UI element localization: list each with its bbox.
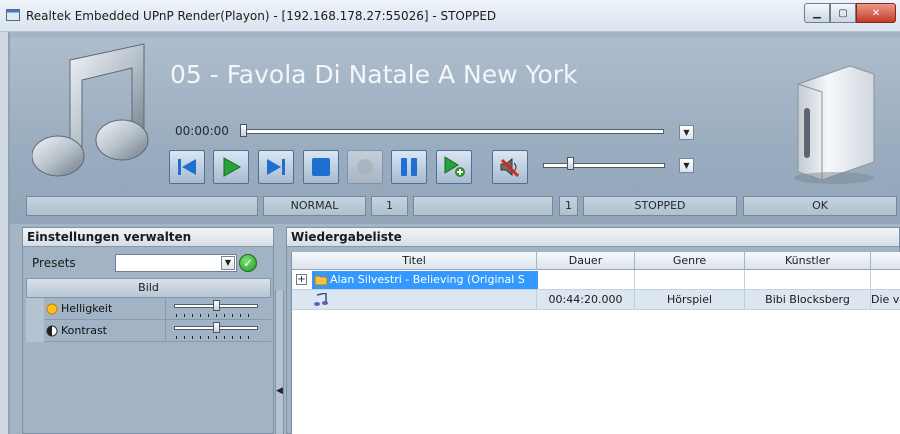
column-header-duration[interactable]: Dauer bbox=[537, 252, 635, 270]
seek-dropdown-button[interactable]: ▼ bbox=[679, 125, 694, 140]
playlist-panel-title: Wiedergabeliste bbox=[287, 228, 899, 247]
status-field bbox=[26, 196, 258, 216]
record-button[interactable] bbox=[347, 150, 383, 184]
row-genre: Hörspiel bbox=[635, 290, 745, 309]
expand-toggle[interactable]: + bbox=[296, 274, 307, 285]
row-extra bbox=[871, 270, 900, 289]
maximize-button[interactable]: ▢ bbox=[830, 3, 856, 23]
settings-panel-title: Einstellungen verwalten bbox=[23, 228, 273, 247]
stop-icon bbox=[312, 158, 330, 176]
status-count: 1 bbox=[371, 196, 408, 216]
volume-slider[interactable] bbox=[543, 163, 665, 168]
contrast-icon bbox=[46, 325, 58, 337]
close-button[interactable]: ✕ bbox=[856, 3, 896, 23]
pause-button[interactable] bbox=[391, 150, 427, 184]
presets-value bbox=[116, 260, 119, 273]
row-title-cell[interactable]: Alan Silvestri - Believing (Original S bbox=[312, 271, 538, 289]
minimize-button[interactable]: ▁ bbox=[804, 3, 830, 23]
window-title: Realtek Embedded UPnP Render(Playon) - [… bbox=[26, 9, 497, 23]
property-row[interactable]: Kontrast bbox=[26, 320, 271, 342]
window-controls: ▁ ▢ ✕ bbox=[804, 3, 896, 23]
stop-button[interactable] bbox=[303, 150, 339, 184]
previous-icon bbox=[178, 159, 196, 175]
next-button[interactable] bbox=[258, 150, 294, 184]
seek-slider[interactable] bbox=[242, 129, 664, 134]
music-note-icon bbox=[32, 43, 149, 177]
row-artist: Bibi Blocksberg bbox=[745, 290, 871, 309]
contrast-slider[interactable] bbox=[174, 322, 258, 339]
time-display: 00:00:00 bbox=[175, 124, 229, 138]
table-row[interactable]: 00:44:20.000 Hörspiel Bibi Blocksberg Di… bbox=[292, 290, 900, 310]
row-gutter bbox=[26, 320, 44, 342]
brightness-icon bbox=[46, 303, 58, 315]
row-duration bbox=[537, 270, 635, 289]
playlist-grid[interactable]: Titel Dauer Genre Künstler + Alan Silves… bbox=[291, 252, 900, 434]
mute-speaker-icon bbox=[500, 157, 520, 178]
track-title: 05 - Favola Di Natale A New York bbox=[170, 60, 578, 89]
group-header-bild[interactable]: Bild bbox=[26, 278, 271, 298]
column-header-genre[interactable]: Genre bbox=[635, 252, 745, 270]
property-row[interactable]: Helligkeit bbox=[26, 298, 271, 320]
next-icon bbox=[267, 159, 285, 175]
play-icon bbox=[223, 157, 242, 177]
apply-preset-icon[interactable]: ✓ bbox=[239, 254, 257, 272]
presets-select[interactable] bbox=[115, 254, 237, 272]
seek-slider-thumb[interactable] bbox=[240, 124, 247, 137]
row-genre bbox=[635, 270, 745, 289]
row-artist bbox=[745, 270, 871, 289]
column-header-artist[interactable]: Künstler bbox=[745, 252, 871, 270]
volume-slider-thumb[interactable] bbox=[566, 157, 574, 170]
add-to-playlist-button[interactable] bbox=[436, 150, 472, 184]
row-extra: Die ve bbox=[871, 290, 900, 309]
property-label: Helligkeit bbox=[61, 302, 113, 315]
brightness-slider[interactable] bbox=[174, 300, 258, 317]
previous-button[interactable] bbox=[169, 150, 205, 184]
volume-dropdown-button[interactable]: ▼ bbox=[679, 158, 694, 173]
row-title: Alan Silvestri - Believing (Original S bbox=[330, 273, 525, 286]
status-state: STOPPED bbox=[583, 196, 737, 216]
row-duration: 00:44:20.000 bbox=[537, 290, 635, 309]
folder-music-icon bbox=[314, 275, 328, 286]
status-field bbox=[413, 196, 553, 216]
row-title bbox=[332, 290, 537, 309]
panel-splitter[interactable] bbox=[275, 290, 284, 434]
column-header-extra[interactable] bbox=[871, 252, 900, 270]
status-result: OK bbox=[743, 196, 897, 216]
property-label: Kontrast bbox=[61, 324, 107, 337]
table-row[interactable]: + Alan Silvestri - Believing (Original S bbox=[292, 270, 900, 290]
collapse-arrow-icon[interactable]: ◀ bbox=[276, 386, 283, 396]
pause-icon bbox=[401, 158, 417, 176]
status-count: 1 bbox=[559, 196, 578, 216]
media-device-icon bbox=[794, 65, 875, 184]
presets-dropdown-button[interactable]: ▼ bbox=[221, 256, 235, 270]
row-gutter bbox=[26, 298, 44, 320]
play-button[interactable] bbox=[213, 150, 249, 184]
audio-file-icon bbox=[314, 293, 328, 306]
presets-label: Presets bbox=[32, 256, 76, 270]
app-window-icon bbox=[6, 9, 20, 21]
mute-button[interactable] bbox=[492, 150, 528, 184]
column-header-title[interactable]: Titel bbox=[292, 252, 537, 270]
record-icon bbox=[357, 159, 373, 175]
add-to-playlist-icon bbox=[444, 156, 465, 177]
status-mode: NORMAL bbox=[263, 196, 366, 216]
window-titlebar: Realtek Embedded UPnP Render(Playon) - [… bbox=[0, 0, 900, 32]
